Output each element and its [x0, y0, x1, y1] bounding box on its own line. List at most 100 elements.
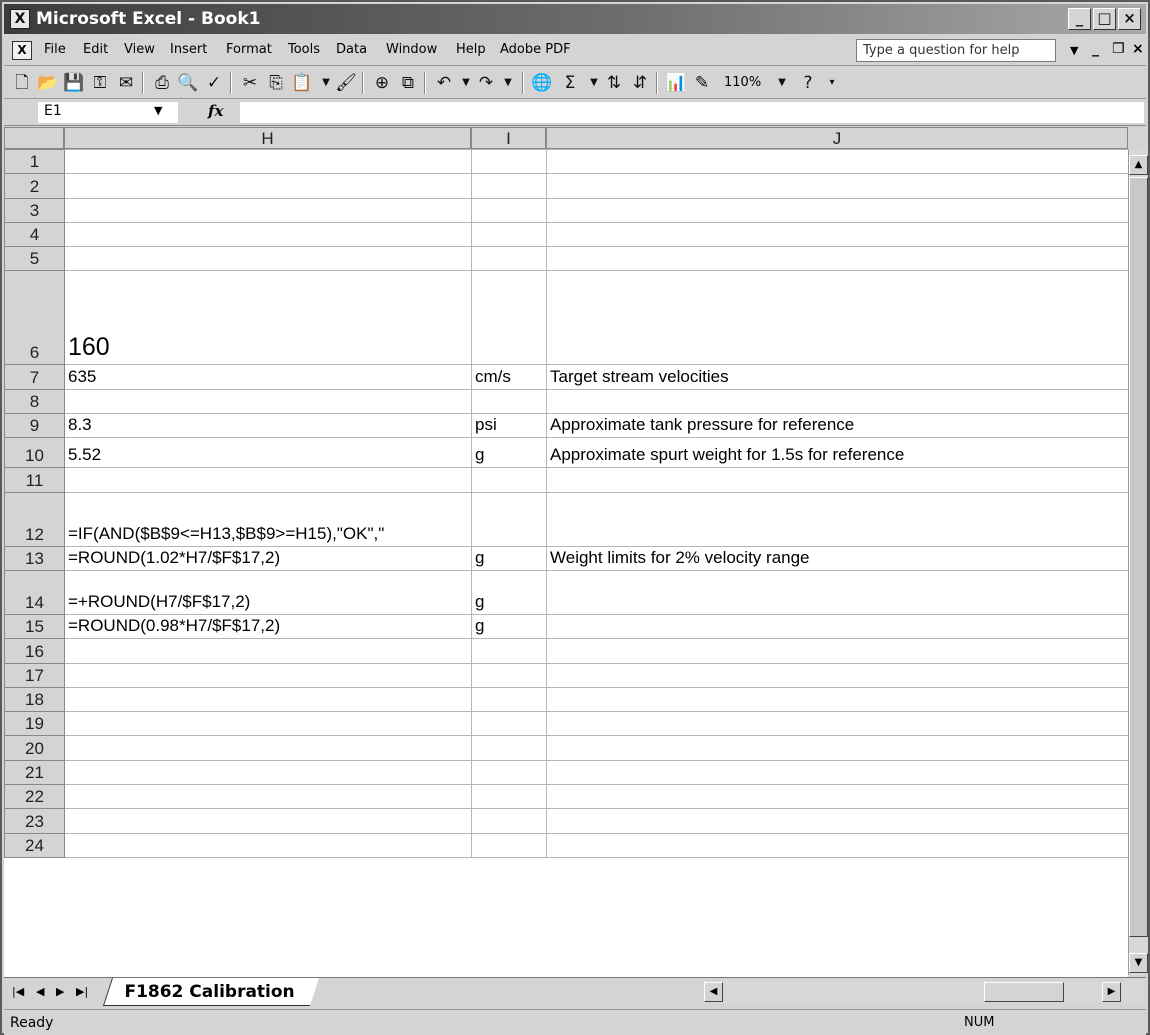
- formula-input[interactable]: [240, 102, 1144, 123]
- cell-j12[interactable]: [546, 491, 1128, 547]
- cell-i15[interactable]: g: [471, 613, 547, 640]
- cell-h11[interactable]: [64, 467, 472, 493]
- next-sheet-icon[interactable]: ▶: [56, 985, 64, 998]
- cell-h15[interactable]: =ROUND(0.98*H7/$F$17,2): [64, 613, 472, 640]
- insert-hyperlink-icon[interactable]: ⊕: [370, 71, 394, 95]
- cell-i16[interactable]: [471, 638, 547, 664]
- doc-minimize-icon[interactable]: _: [1092, 41, 1099, 57]
- cell-i22[interactable]: [471, 784, 547, 810]
- cell-h23[interactable]: [64, 808, 472, 834]
- cell-i13[interactable]: g: [471, 545, 547, 571]
- vertical-scrollbar[interactable]: ▲ ▼: [1128, 149, 1148, 975]
- cell-i19[interactable]: [471, 711, 547, 737]
- cell-i7[interactable]: cm/s: [471, 364, 547, 390]
- row-header[interactable]: 13: [4, 545, 65, 571]
- row-header[interactable]: 24: [4, 832, 65, 858]
- prev-sheet-icon[interactable]: ◀: [36, 985, 44, 998]
- cell-h5[interactable]: [64, 246, 472, 272]
- menu-insert[interactable]: Insert: [170, 42, 207, 57]
- row-header[interactable]: 15: [4, 613, 65, 640]
- cell-h1[interactable]: [64, 149, 472, 175]
- last-sheet-icon[interactable]: ▶|: [76, 985, 88, 998]
- row-header[interactable]: 14: [4, 569, 65, 615]
- menu-tools[interactable]: Tools: [288, 42, 320, 57]
- cell-h13[interactable]: =ROUND(1.02*H7/$F$17,2): [64, 545, 472, 571]
- open-icon[interactable]: 📂: [36, 71, 60, 95]
- sort-ascending-icon[interactable]: ⇅: [602, 71, 626, 95]
- cell-j10[interactable]: Approximate spurt weight for 1.5s for re…: [546, 437, 1128, 469]
- menu-format[interactable]: Format: [226, 42, 272, 57]
- column-header-h[interactable]: H: [64, 127, 471, 149]
- help-question-input[interactable]: Type a question for help: [856, 39, 1056, 62]
- cell-j3[interactable]: [546, 197, 1128, 223]
- minimize-button[interactable]: _: [1068, 8, 1091, 30]
- cell-j5[interactable]: [546, 246, 1128, 272]
- help-dropdown-icon[interactable]: ▼: [1070, 44, 1078, 57]
- row-header[interactable]: 11: [4, 467, 65, 493]
- copy-icon[interactable]: ⎘: [264, 71, 288, 95]
- cell-i17[interactable]: [471, 662, 547, 688]
- row-header[interactable]: 3: [4, 197, 65, 223]
- cell-h6[interactable]: 160: [64, 270, 472, 366]
- cell-h10[interactable]: 5.52: [64, 437, 472, 469]
- row-header[interactable]: 18: [4, 686, 65, 713]
- select-all-button[interactable]: [4, 127, 64, 149]
- cell-i21[interactable]: [471, 759, 547, 786]
- format-painter-icon[interactable]: 🖌: [334, 71, 358, 95]
- workbook-icon[interactable]: X: [12, 41, 32, 60]
- row-header[interactable]: 5: [4, 246, 65, 272]
- menu-window[interactable]: Window: [386, 42, 437, 57]
- cell-i10[interactable]: g: [471, 437, 547, 469]
- new-icon[interactable]: 🗋: [10, 71, 34, 95]
- redo-dropdown-icon[interactable]: ▼: [496, 71, 520, 95]
- menu-data[interactable]: Data: [336, 42, 367, 57]
- cell-j14[interactable]: [546, 569, 1128, 615]
- undo-icon[interactable]: ↶: [432, 71, 456, 95]
- cell-j19[interactable]: [546, 711, 1128, 737]
- cell-j22[interactable]: [546, 784, 1128, 810]
- row-header[interactable]: 2: [4, 173, 65, 199]
- cell-h24[interactable]: [64, 832, 472, 858]
- cell-j11[interactable]: [546, 467, 1128, 493]
- cell-i23[interactable]: [471, 808, 547, 834]
- autosum-icon[interactable]: Σ: [558, 71, 582, 95]
- horizontal-scroll-thumb[interactable]: [984, 982, 1064, 1002]
- cell-h9[interactable]: 8.3: [64, 413, 472, 439]
- sheet-tab-f1862-calibration[interactable]: F1862 Calibration: [102, 978, 320, 1006]
- cell-h18[interactable]: [64, 686, 472, 713]
- scroll-up-icon[interactable]: ▲: [1129, 155, 1148, 175]
- cell-i2[interactable]: [471, 173, 547, 199]
- row-header[interactable]: 10: [4, 437, 65, 469]
- email-icon[interactable]: ✉: [114, 71, 138, 95]
- cell-h19[interactable]: [64, 711, 472, 737]
- horizontal-scrollbar[interactable]: ◀ ▶: [704, 981, 1144, 1003]
- cell-j21[interactable]: [546, 759, 1128, 786]
- help-icon[interactable]: ?: [796, 71, 820, 95]
- cell-i9[interactable]: psi: [471, 413, 547, 439]
- cell-i18[interactable]: [471, 686, 547, 713]
- cell-i1[interactable]: [471, 149, 547, 175]
- cell-i14[interactable]: g: [471, 569, 547, 615]
- cell-h20[interactable]: [64, 735, 472, 761]
- cell-i20[interactable]: [471, 735, 547, 761]
- doc-restore-icon[interactable]: ❐: [1112, 41, 1125, 57]
- permission-icon[interactable]: ⚿: [88, 71, 112, 95]
- row-header[interactable]: 20: [4, 735, 65, 761]
- sort-descending-icon[interactable]: ⇵: [628, 71, 652, 95]
- cell-h7[interactable]: 635: [64, 364, 472, 390]
- cell-i6[interactable]: [471, 270, 547, 366]
- column-header-i[interactable]: I: [471, 127, 546, 149]
- print-icon[interactable]: ⎙: [150, 71, 174, 95]
- cell-j20[interactable]: [546, 735, 1128, 761]
- title-bar[interactable]: X Microsoft Excel - Book1 _ □ ×: [4, 4, 1146, 34]
- row-header[interactable]: 12: [4, 491, 65, 547]
- cell-j23[interactable]: [546, 808, 1128, 834]
- spelling-icon[interactable]: ✓: [202, 71, 226, 95]
- cell-j18[interactable]: [546, 686, 1128, 713]
- copy-sheet-icon[interactable]: ⧉: [396, 71, 420, 95]
- first-sheet-icon[interactable]: |◀: [12, 985, 24, 998]
- menu-adobe-pdf[interactable]: Adobe PDF: [500, 42, 571, 57]
- row-header[interactable]: 22: [4, 784, 65, 810]
- scroll-down-icon[interactable]: ▼: [1129, 953, 1148, 973]
- save-icon[interactable]: 💾: [62, 71, 86, 95]
